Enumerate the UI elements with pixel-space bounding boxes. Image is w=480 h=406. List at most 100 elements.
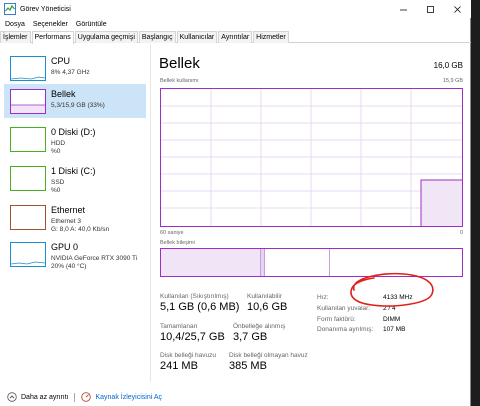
stat-value: 3,7 GB	[233, 331, 268, 343]
sidebar-item-title: Ethernet	[51, 205, 86, 215]
detail-form-factor: Form faktörü: DIMM	[317, 316, 400, 323]
resource-monitor-icon	[81, 392, 92, 402]
sidebar-item-title: Bellek	[51, 89, 76, 99]
resource-monitor-label: Kaynak İzleyicisini Aç	[95, 393, 162, 401]
close-button[interactable]	[444, 0, 471, 18]
usage-graph-label: Bellek kullanımı	[160, 78, 199, 84]
title-bar: Görev Yöneticisi	[0, 0, 471, 18]
sidebar-item-subtitle: NVIDIA GeForce RTX 3090 Ti	[51, 255, 138, 262]
memory-composition-bar	[160, 248, 463, 277]
detail-hardware-reserved: Donanıma ayrılmış: 107 MB	[317, 326, 405, 333]
window-title: Görev Yöneticisi	[20, 5, 71, 13]
composition-in-use[interactable]	[161, 249, 261, 276]
less-details-label: Daha az ayrıntı	[21, 393, 69, 401]
stat-value: 5,1 GB (0,6 MB)	[160, 301, 240, 313]
sidebar-item-subtitle: HDD	[51, 140, 66, 147]
stat-label: Önbelleğe alınmış	[233, 323, 286, 330]
sidebar-item-disk-1[interactable]: 1 Diski (C:) SSD %0	[4, 161, 146, 195]
tab-performance[interactable]: Performans	[31, 31, 74, 44]
menu-bar: Dosya Seçenekler Görüntüle	[0, 18, 110, 30]
ethernet-thumbnail-graph	[10, 205, 46, 230]
stat-nonpaged-pool: Disk belleği olmayan havuz 385 MB	[229, 352, 308, 372]
sidebar-item-ethernet[interactable]: Ethernet Ethernet 3 G: 8,0 A: 40,0 Kb/sn	[4, 200, 146, 234]
disk-1-thumbnail-graph	[10, 166, 46, 191]
task-manager-window: Görev Yöneticisi Dosya Seçenekler Görünt…	[0, 0, 471, 406]
sidebar-item-subtitle: 8% 4,37 GHz	[51, 69, 90, 76]
sidebar-item-detail: 20% (40 °C)	[51, 263, 87, 270]
footer-divider	[74, 392, 76, 402]
detail-value: 107 MB	[383, 326, 406, 333]
stat-value: 10,6 GB	[247, 301, 288, 313]
usage-graph-grid	[161, 89, 462, 226]
stat-label: Kullanılabilir	[247, 293, 283, 300]
sidebar-item-title: CPU	[51, 56, 71, 66]
sidebar-item-memory[interactable]: Bellek 5,3/15,9 GB (33%)	[4, 84, 146, 118]
tab-services[interactable]: Hizmetler	[253, 31, 289, 43]
detail-key: Donanıma ayrılmış:	[317, 326, 374, 333]
desktop-background	[471, 0, 480, 406]
sidebar-item-cpu[interactable]: CPU 8% 4,37 GHz	[4, 51, 146, 85]
stat-label: Disk belleği olmayan havuz	[229, 352, 308, 359]
tab-users[interactable]: Kullanıcılar	[176, 31, 218, 43]
stat-committed: Tamamlanan 10,4/25,7 GB	[160, 323, 225, 343]
sidebar-item-disk-0[interactable]: 0 Diski (D:) HDD %0	[4, 122, 146, 156]
composition-label: Bellek bileşimi	[160, 240, 195, 246]
sidebar-item-detail: G: 8,0 A: 40,0 Kb/sn	[51, 226, 110, 233]
tab-startup[interactable]: Başlangıç	[138, 31, 176, 43]
gpu-thumbnail-graph	[10, 242, 46, 267]
window-controls	[390, 0, 471, 18]
performance-sidebar: CPU 8% 4,37 GHz Bellek 5,3/15,9 GB (33%)…	[0, 44, 151, 382]
detail-key: Hız:	[317, 294, 329, 301]
minimize-icon	[400, 9, 407, 10]
usage-graph-max: 15,9 GB	[442, 78, 463, 84]
menu-options[interactable]: Seçenekler	[28, 21, 71, 28]
detail-key: Kullanılan yuvalar:	[317, 305, 371, 312]
close-icon	[454, 5, 461, 13]
sidebar-item-title: 1 Diski (C:)	[51, 166, 96, 176]
chevron-up-icon	[7, 392, 17, 402]
minimize-button[interactable]	[390, 0, 417, 18]
sidebar-item-gpu[interactable]: GPU 0 NVIDIA GeForce RTX 3090 Ti 20% (40…	[4, 237, 146, 271]
stat-paged-pool: Disk belleği havuzu 241 MB	[160, 352, 216, 372]
sidebar-item-title: GPU 0	[51, 242, 79, 252]
total-memory: 16,0 GB	[433, 61, 463, 70]
sidebar-item-subtitle: 5,3/15,9 GB (33%)	[51, 102, 105, 109]
detail-value: 4133 MHz	[383, 294, 413, 301]
stat-label: Tamamlanan	[160, 323, 198, 330]
task-manager-icon	[4, 3, 16, 15]
maximize-button[interactable]	[417, 0, 444, 18]
open-resource-monitor-link[interactable]: Kaynak İzleyicisini Aç	[81, 392, 162, 402]
sidebar-item-subtitle: Ethernet 3	[51, 218, 81, 225]
memory-usage-graph	[160, 88, 463, 227]
tab-app-history[interactable]: Uygulama geçmişi	[74, 31, 138, 43]
menu-file[interactable]: Dosya	[0, 21, 28, 28]
sidebar-item-detail: %0	[51, 148, 61, 155]
detail-speed: Hız: 4133 MHz	[317, 294, 413, 301]
tab-processes[interactable]: İşlemler	[0, 31, 31, 43]
detail-key: Form faktörü:	[317, 316, 356, 323]
graph-time-start: 60 saniye	[160, 230, 184, 236]
stat-value: 241 MB	[160, 360, 198, 372]
memory-sparkline	[11, 104, 45, 113]
composition-standby[interactable]	[265, 249, 330, 276]
stat-value: 385 MB	[229, 360, 267, 372]
composition-free[interactable]	[330, 249, 462, 276]
stat-value: 10,4/25,7 GB	[160, 331, 225, 343]
menu-view[interactable]: Görüntüle	[71, 21, 110, 28]
stat-label: Disk belleği havuzu	[160, 352, 217, 359]
sidebar-item-title: 0 Diski (D:)	[51, 127, 96, 137]
page-title: Bellek	[159, 55, 200, 72]
stat-available: Kullanılabilir 10,6 GB	[247, 293, 287, 313]
stat-in-use: Kullanılan (Sıkıştırılmış) 5,1 GB (0,6 M…	[160, 293, 239, 313]
less-details-button[interactable]: Daha az ayrıntı	[7, 392, 68, 402]
gpu-sparkline	[10, 261, 46, 265]
maximize-icon	[427, 5, 434, 13]
stat-label: Kullanılan (Sıkıştırılmış)	[160, 293, 229, 300]
tab-bar: İşlemler Performans Uygulama geçmişi Baş…	[0, 31, 471, 44]
graph-time-end: 0	[459, 230, 463, 236]
tab-details[interactable]: Ayrıntılar	[218, 31, 253, 43]
sidebar-item-detail: %0	[51, 187, 61, 194]
footer: Daha az ayrıntı Kaynak İzleyicisini Aç	[0, 388, 471, 406]
memory-panel: Bellek 16,0 GB Bellek kullanımı 15,9 GB	[151, 44, 471, 382]
memory-thumbnail-graph	[10, 89, 46, 114]
